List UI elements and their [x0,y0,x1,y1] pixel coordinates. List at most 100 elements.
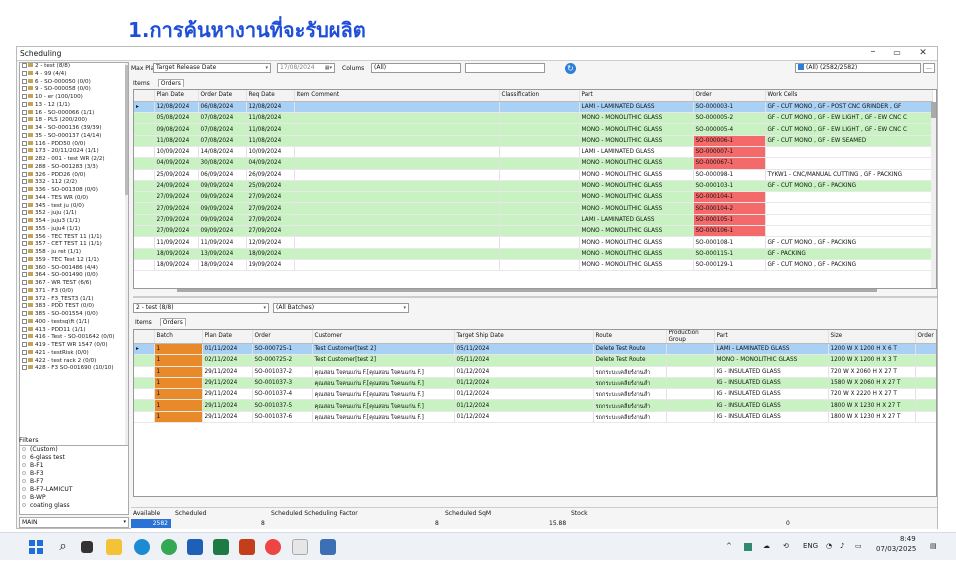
table-row[interactable]: ▸ 12/08/2024 06/08/2024 12/08/2024 LAMI - LA… [134,101,933,114]
column-header[interactable]: Part [579,90,694,102]
expand-icon[interactable] [22,256,27,262]
expand-icon[interactable] [22,318,27,324]
column-header[interactable] [134,330,155,344]
file-explorer-icon[interactable] [106,539,122,555]
column-header[interactable]: Order [915,330,936,344]
expand-icon[interactable] [22,233,27,239]
tab-orders-bottom[interactable]: Orders [159,318,186,326]
tree-scrollbar[interactable] [125,63,128,446]
volume-icon[interactable]: ♪ [840,542,844,550]
column-header[interactable]: Item Comment [294,90,500,102]
radio-icon[interactable] [22,479,26,483]
batch-grid[interactable]: Batch Plan Date Order Customer Target Ship D… [133,329,937,497]
tab-orders[interactable]: Orders [157,79,184,87]
chrome-alt-icon[interactable] [265,539,281,555]
filter-item[interactable]: B-F7 [20,478,128,486]
expand-icon[interactable] [22,156,27,161]
tree-item[interactable]: 416 - Test - SO-001642 (0/0) [20,334,128,342]
top-grid-scrollbar[interactable] [931,102,936,288]
excel-icon[interactable] [213,539,229,555]
table-row[interactable]: 05/08/2024 07/08/2024 11/08/2024 MONO - MON… [134,112,933,125]
expand-icon[interactable] [22,357,27,363]
expand-icon[interactable] [22,241,27,247]
expand-icon[interactable] [22,264,27,270]
table-row[interactable]: 18/09/2024 18/09/2024 19/09/2024 MONO - MON… [134,259,933,272]
filter-item[interactable]: B-WP [20,494,128,502]
expand-icon[interactable] [22,287,27,293]
expand-icon[interactable] [22,303,27,309]
tree-item[interactable]: 4 - 99 (4/4) [20,70,128,79]
windows-start-icon[interactable] [28,539,44,555]
chrome-icon[interactable] [161,539,177,555]
expand-icon[interactable] [22,117,27,123]
tree-item[interactable]: 326 - PDD26 (0/0) [20,171,128,180]
tree-item[interactable]: 35 - SO-000137 (14/14) [20,132,128,141]
table-row[interactable]: 18/09/2024 13/09/2024 18/09/2024 MONO - MON… [134,248,933,260]
tree-item[interactable]: 282 - 001 - test WR (2/2) [20,156,128,164]
table-row[interactable]: 27/09/2024 09/09/2024 27/09/2024 MONO - MON… [134,202,933,215]
column-header[interactable]: Route [593,330,667,344]
table-row[interactable]: ▸ 1 01/11/2024 SO-000725-1 Test Customer[tes… [134,343,936,356]
cloud-icon[interactable]: ☁ [763,542,770,550]
column-header[interactable]: Batch [154,330,203,344]
tree-item[interactable]: 116 - PDD50 (0/0) [20,140,128,149]
filter-item[interactable]: B-F7-LAMICUT [20,486,128,494]
notification-icon[interactable]: ▤ [930,542,937,550]
tab-items-bottom[interactable]: Items [135,319,152,326]
expand-icon[interactable] [22,101,27,107]
radio-icon[interactable] [22,503,26,507]
tree-item[interactable]: 34 - SO-000136 (39/39) [20,125,128,133]
app-icon[interactable] [292,539,308,555]
tree-item[interactable]: 173 - 20/11/2024 (1/1) [20,148,128,156]
tree-item[interactable]: 288 - SO-001283 (3/3) [20,163,128,172]
tree-item[interactable]: 352 - juju (1/1) [20,210,128,218]
radio-icon[interactable] [22,463,26,467]
column-header[interactable]: Customer [312,330,455,344]
radio-icon[interactable] [22,455,26,459]
expand-icon[interactable] [22,132,27,138]
plan-date-input[interactable]: 17/08/2024 ▦▾ [277,63,335,73]
tree-item[interactable]: 383 - PDD TEST (0/0) [20,303,128,311]
column-header[interactable]: Order [252,330,313,344]
tree-item[interactable]: 10 - er (100/100) [20,94,128,102]
column-header[interactable]: Plan Date [154,90,199,102]
more-button[interactable]: ... [923,63,935,73]
filter-item[interactable]: (Custom) [20,446,128,454]
column-header[interactable]: Target Ship Date [454,330,594,344]
expand-icon[interactable] [22,334,27,340]
checkbox-icon[interactable] [798,64,804,70]
tree-item[interactable]: 358 - ju ret (1/1) [20,249,128,257]
top-grid-hscroll[interactable] [177,289,877,292]
expand-icon[interactable] [22,280,27,285]
tree-item[interactable]: 356 - TEC TEST 11 (1/1) [20,233,128,242]
tree-item[interactable]: 345 - test ju (0/0) [20,202,128,211]
tree-item[interactable]: 371 - F3 (0/0) [20,287,128,296]
scheduler-app-icon[interactable] [320,539,336,555]
column-header[interactable]: Req Date [246,90,295,102]
tray-app-icon[interactable] [744,543,752,551]
table-row[interactable]: 27/09/2024 09/09/2024 27/09/2024 LAMI - LAM… [134,214,933,227]
tree-item[interactable]: 359 - TEC Test 12 (1/1) [20,256,128,265]
radio-icon[interactable] [22,495,26,499]
expand-icon[interactable] [22,125,27,130]
wifi-icon[interactable]: ◔ [826,542,832,550]
calendar-icon[interactable]: ▦▾ [325,64,332,72]
powerpoint-icon[interactable] [239,539,255,555]
filter-item[interactable]: 6-glass test [20,454,128,462]
expand-icon[interactable] [22,171,27,177]
table-row[interactable]: 1 29/11/2024 SO-001037-3 คุณสอน ใจคนแก่น F.… [134,377,936,390]
filter-item[interactable]: B-F1 [20,462,128,470]
filter-item[interactable]: coating glass [20,502,128,510]
table-row[interactable]: 1 29/11/2024 SO-001037-4 คุณสอน ใจคนแก่น F.… [134,388,936,401]
expand-icon[interactable] [22,365,27,371]
outlook-icon[interactable] [187,539,203,555]
expand-icon[interactable] [22,295,27,301]
expand-icon[interactable] [22,225,27,231]
column-header[interactable]: Part [714,330,829,344]
expand-icon[interactable] [22,202,27,208]
tree-item[interactable]: 336 - SO-001308 (0/0) [20,187,128,195]
plan-date-type-select[interactable]: Target Release Date ▾ [153,63,271,73]
table-row[interactable]: 11/08/2024 07/08/2024 11/08/2024 MONO - MON… [134,135,933,147]
release-grid[interactable]: Plan Date Order Date Req Date Item Comment C… [133,89,937,289]
close-icon[interactable]: ✕ [915,48,931,58]
